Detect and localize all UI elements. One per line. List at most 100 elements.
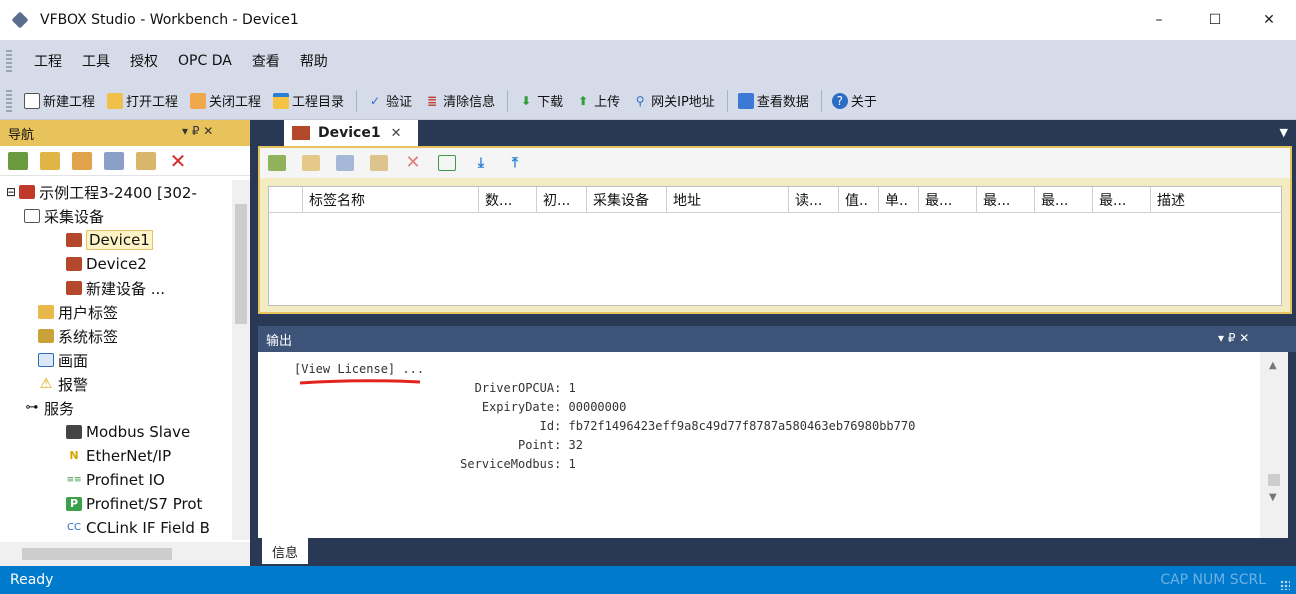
column-header[interactable]: 读... [789,187,839,212]
menu-view[interactable]: 查看 [242,51,290,71]
status-text: Ready [10,572,54,588]
import-icon[interactable]: ⤓ [472,155,490,171]
menu-help[interactable]: 帮助 [290,51,338,71]
upload-arrow-icon: ⬆ [578,93,589,108]
tree-cclink[interactable]: CC CCLink IF Field B [66,516,210,540]
menu-bar: 工程 工具 授权 OPC DA 查看 帮助 [0,40,1296,82]
project-dir-label: 工程目录 [292,95,345,110]
tree-hscroll-thumb[interactable] [22,548,172,560]
menu-project[interactable]: 工程 [24,51,72,71]
scroll-up-icon[interactable]: ▲ [1269,360,1277,371]
open-project-button[interactable]: 打开工程 [107,91,178,110]
column-header[interactable]: 单.. [879,187,919,212]
tree-device1[interactable]: Device1 [66,228,153,252]
tree-horizontal-scrollbar[interactable] [0,542,250,566]
close-button[interactable]: ✕ [1246,0,1292,40]
menu-license[interactable]: 授权 [120,51,168,71]
project-dir-button[interactable]: 工程目录 [273,91,344,110]
toolbar-separator [820,89,822,112]
about-button[interactable]: ? 关于 [831,91,877,110]
add-folder-icon[interactable] [40,151,60,170]
column-header[interactable]: 最... [1035,187,1093,212]
tree-screen[interactable]: 画面 [38,348,88,372]
column-header[interactable]: 数... [479,187,537,212]
menu-tools[interactable]: 工具 [72,51,120,71]
column-header[interactable]: 地址 [667,187,789,212]
tab-list-dropdown-icon[interactable]: ▼ [1280,126,1288,139]
column-header[interactable]: 最... [977,187,1035,212]
tree-modbus-slave[interactable]: Modbus Slave [66,420,190,444]
view-data-button[interactable]: 查看数据 [737,91,809,110]
column-header[interactable]: 采集设备 [587,187,667,212]
tree-profinet-io[interactable]: ≡≡ Profinet IO [66,468,164,492]
nav-panel-controls[interactable]: ▾ ₽ ✕ [182,124,213,138]
tree-user-tags[interactable]: 用户标签 [38,300,118,324]
tree-alarm[interactable]: ⚠ 报警 [38,372,88,396]
upload-button[interactable]: ⬆ 上传 [575,91,620,111]
output-line: DriverOPCUA: 1 [294,381,576,395]
output-panel-controls[interactable]: ▾ ₽ ✕ [1218,331,1249,345]
tree-device2[interactable]: Device2 [66,252,147,276]
toolbar-grip[interactable] [6,90,12,112]
tree-new-device[interactable]: 新建设备 ... [66,276,165,300]
tree-vertical-scrollbar[interactable] [232,180,250,540]
tag-table: 标签名称 数... 初... 采集设备 地址 读... 值.. 单.. 最...… [268,186,1282,306]
verify-button[interactable]: ✓ 验证 [367,91,412,111]
edit-tag-icon[interactable] [302,155,320,171]
collapse-icon[interactable]: ⊟ [6,185,16,199]
tree-project[interactable]: ⊟ 示例工程3-2400 [302- [6,180,197,204]
export-icon[interactable]: ⤒ [506,155,524,171]
add-item-icon[interactable] [8,151,28,170]
tree-user-tags-label: 用户标签 [58,303,119,322]
tab-info[interactable]: 信息 [262,538,308,564]
copy-icon[interactable] [336,155,354,171]
maximize-button[interactable]: ☐ [1192,0,1238,40]
tree-services[interactable]: ⊶ 服务 [24,396,75,420]
gateway-ip-button[interactable]: ⚲ 网关IP地址 [632,91,715,111]
help-icon: ? [831,92,848,109]
paste-icon[interactable] [370,155,388,171]
tab-device1[interactable]: Device1 ✕ [284,120,418,146]
scroll-down-icon[interactable]: ▼ [1269,492,1277,503]
output-vscroll-thumb[interactable] [1268,474,1280,486]
output-vertical-scrollbar[interactable]: ▲ ▼ [1260,352,1288,538]
tab-close-icon[interactable]: ✕ [391,126,402,141]
tab-device1-label: Device1 [318,125,381,141]
tree-vscroll-thumb[interactable] [235,204,247,324]
clear-info-button[interactable]: ≣ 清除信息 [424,91,495,111]
close-project-button[interactable]: 关闭工程 [190,91,261,110]
copy-icon[interactable] [104,151,124,170]
column-header[interactable]: 描述 [1151,187,1281,212]
paste-icon[interactable] [136,151,156,170]
ethernet-ip-icon: N [69,449,79,462]
delete-icon[interactable]: ✕ [168,151,188,171]
download-button[interactable]: ⬇ 下载 [518,91,563,111]
output-gutter [258,352,290,538]
output-panel-header: 输出 ▾ ₽ ✕ [258,326,1296,352]
output-title: 输出 [266,333,293,349]
column-header[interactable]: 初... [537,187,587,212]
new-project-button[interactable]: 新建工程 [24,91,95,110]
tree-collect-devices[interactable]: 采集设备 [24,204,104,228]
column-header[interactable]: 值.. [839,187,879,212]
tree-system-tags[interactable]: 系统标签 [38,324,118,348]
properties-icon[interactable] [72,151,92,170]
column-header[interactable]: 最... [919,187,977,212]
menu-opc-da[interactable]: OPC DA [168,53,242,69]
tree-ethernet-ip[interactable]: N EtherNet/IP [66,444,171,468]
minimize-button[interactable]: – [1136,0,1182,40]
add-tag-icon[interactable] [268,155,286,171]
output-text-area[interactable]: [View License] ... DriverOPCUA: 1 Expiry… [290,352,1260,538]
delete-icon[interactable]: ✕ [404,154,422,172]
column-header[interactable]: 最... [1093,187,1151,212]
resize-grip-icon[interactable] [1280,580,1290,590]
column-header[interactable]: 标签名称 [303,187,479,212]
device-tag-panel: ✕ ⤓ ⤒ 标签名称 数... 初... 采集设备 地址 读... 值.. 单.… [258,146,1292,314]
warning-icon: ⚠ [39,376,53,392]
title-bar: VFBOX Studio - Workbench - Device1 – ☐ ✕ [0,0,1296,40]
network-icon: ⚲ [635,93,645,108]
modbus-icon [66,425,82,439]
tree-profinet-s7[interactable]: P Profinet/S7 Prot [66,492,202,516]
menu-grip[interactable] [6,50,12,72]
refresh-icon[interactable] [438,155,456,171]
